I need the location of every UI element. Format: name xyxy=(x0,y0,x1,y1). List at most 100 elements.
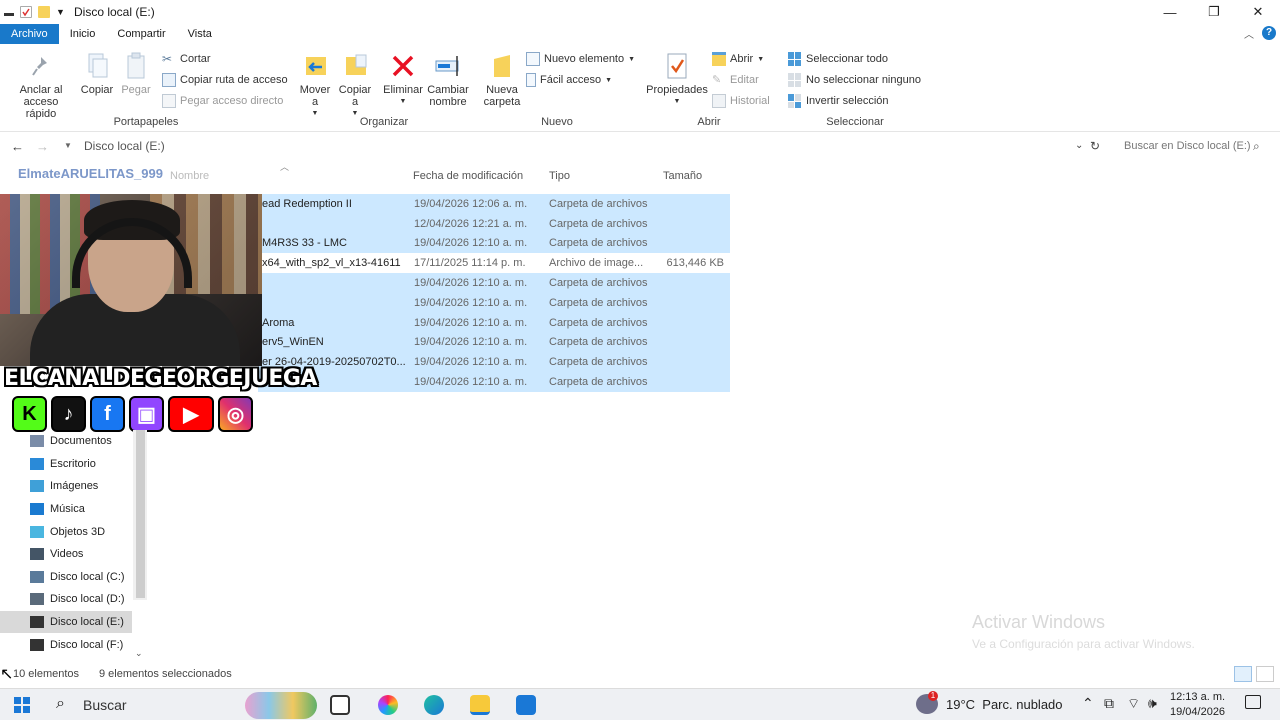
search-input[interactable]: Buscar en Disco local (E:) xyxy=(1124,140,1251,152)
nav-item-label: Imágenes xyxy=(50,480,99,493)
copy-to-button[interactable]: Copiar a ▼ xyxy=(338,52,372,120)
help-icon[interactable]: ? xyxy=(1262,26,1276,40)
move-to-button[interactable]: Mover a ▼ xyxy=(298,52,332,120)
file-row[interactable]: 19/04/2026 12:10 a. m. Carpeta de archivo… xyxy=(258,292,730,313)
paste-shortcut-button[interactable]: Pegar acceso directo xyxy=(162,92,283,110)
meet-now-icon[interactable]: ⧉ xyxy=(1104,695,1114,712)
nav-item-label: Disco local (E:) xyxy=(50,616,124,629)
explorer-icon[interactable] xyxy=(4,13,14,16)
column-header-date[interactable]: Fecha de modificación xyxy=(413,170,523,182)
file-name: x64_with_sp2_vl_x13-41611 xyxy=(262,257,401,270)
file-date: 19/04/2026 12:10 a. m. xyxy=(414,316,528,329)
select-none-button[interactable]: No seleccionar ninguno xyxy=(788,71,921,89)
nav-scrollbar-thumb[interactable] xyxy=(136,430,145,598)
rename-button[interactable]: Cambiar nombre xyxy=(426,52,470,108)
nav-item[interactable]: Disco local (F:) xyxy=(20,633,132,656)
easy-access-button[interactable]: Fácil acceso ▼ xyxy=(526,71,612,89)
tab-vista[interactable]: Vista xyxy=(177,24,223,44)
large-icons-view-button[interactable] xyxy=(1256,666,1274,682)
tab-inicio[interactable]: Inicio xyxy=(59,24,107,44)
facebook-icon: f xyxy=(90,396,125,432)
nav-item[interactable]: Objetos 3D xyxy=(20,520,132,543)
search-highlight-art[interactable] xyxy=(245,692,317,719)
nav-item[interactable]: Escritorio xyxy=(20,453,132,476)
cut-button[interactable]: ✂ Cortar xyxy=(162,50,211,68)
pictures-icon xyxy=(30,480,44,493)
taskbar: ⌕ Buscar 1 19°C Parc. nublado ⌃ ⧉ ⌔ 🕪 12… xyxy=(0,688,1280,720)
minimize-button[interactable]: — xyxy=(1148,0,1192,24)
refresh-button[interactable]: ↻ xyxy=(1090,139,1100,153)
close-button[interactable]: ✕ xyxy=(1236,0,1280,24)
file-row[interactable]: x64_with_sp2_vl_x13-41611 17/11/2025 11:1… xyxy=(258,253,730,273)
address-dropdown-icon[interactable]: ⌄ xyxy=(1075,140,1083,151)
collapse-ribbon-icon[interactable]: ︿ xyxy=(1244,26,1254,41)
file-row[interactable]: ead Redemption II 19/04/2026 12:06 a. m. C… xyxy=(258,194,730,214)
file-row[interactable]: Aroma 19/04/2026 12:10 a. m. Carpeta de ar… xyxy=(258,312,730,333)
forward-button[interactable]: → xyxy=(36,139,49,154)
properties-icon[interactable] xyxy=(20,6,32,18)
nav-item[interactable]: Disco local (C:) xyxy=(20,566,132,589)
copy-button[interactable]: Copiar xyxy=(80,52,114,96)
nav-item[interactable]: Imágenes xyxy=(20,475,132,498)
start-button[interactable] xyxy=(14,697,30,713)
nav-item[interactable]: Disco local (E:) xyxy=(0,610,132,634)
file-row[interactable]: erv5_WinEN 19/04/2026 12:10 a. m. Carpeta … xyxy=(258,332,730,353)
rename-icon xyxy=(435,52,461,80)
weather-badge: 1 xyxy=(928,691,938,701)
history-button[interactable]: Historial xyxy=(712,92,770,110)
file-row[interactable]: USB-1-10 19/04/2026 12:10 a. m. Carpeta de… xyxy=(258,372,730,392)
new-folder-button[interactable]: Nueva carpeta xyxy=(482,52,522,108)
volume-icon[interactable]: 🕪 xyxy=(1148,695,1157,712)
details-view-button[interactable] xyxy=(1234,666,1252,682)
paste-button[interactable]: Pegar xyxy=(120,52,152,96)
nav-item[interactable]: Disco local (D:) xyxy=(20,588,132,611)
task-view-icon[interactable] xyxy=(330,695,350,715)
file-row[interactable]: 19/04/2026 12:10 a. m. Carpeta de archivo… xyxy=(258,273,730,293)
tab-archivo[interactable]: Archivo xyxy=(0,24,59,44)
videos-icon xyxy=(30,548,44,561)
select-all-button[interactable]: Seleccionar todo xyxy=(788,50,888,68)
address-path[interactable]: Disco local (E:) xyxy=(84,139,165,153)
weather-widget[interactable]: 19°C Parc. nublado xyxy=(946,697,1063,712)
nav-item[interactable]: Música xyxy=(20,498,132,521)
column-header-name[interactable]: Nombre xyxy=(170,170,209,182)
nav-item[interactable]: Documentos xyxy=(20,430,132,453)
select-all-icon xyxy=(788,52,802,66)
back-button[interactable]: ← xyxy=(11,139,24,154)
file-date: 12/04/2026 12:21 a. m. xyxy=(414,217,528,230)
file-row[interactable]: M4R3S 33 - LMC 19/04/2026 12:10 a. m. Carp… xyxy=(258,233,730,254)
group-abrir: Propiedades ▼ Abrir ▼ ✎ Editar Historial… xyxy=(638,44,780,132)
file-explorer-icon[interactable] xyxy=(470,695,490,715)
recent-locations-chevron-icon[interactable]: ▼ xyxy=(64,141,72,150)
invert-selection-button[interactable]: Invertir selección xyxy=(788,92,889,110)
pin-quick-access-button[interactable]: Anclar al acceso rápido xyxy=(6,52,76,120)
wifi-icon[interactable]: ⌔ xyxy=(1127,695,1140,713)
copy-path-button[interactable]: Copiar ruta de acceso xyxy=(162,71,288,89)
column-header-type[interactable]: Tipo xyxy=(549,170,570,182)
tab-compartir[interactable]: Compartir xyxy=(106,24,176,44)
nav-item[interactable]: Videos xyxy=(20,543,132,566)
file-row[interactable]: er 26-04-2019-20250702T0... 19/04/2026 12… xyxy=(258,352,730,373)
mouse-cursor-icon: ↖ xyxy=(0,666,14,683)
new-folder-icon[interactable] xyxy=(38,6,50,18)
taskbar-search[interactable]: Buscar xyxy=(83,697,127,713)
customize-chevron-icon[interactable]: ▼ xyxy=(56,6,65,18)
outlook-icon[interactable] xyxy=(516,695,536,715)
new-item-button[interactable]: Nuevo elemento ▼ xyxy=(526,50,635,68)
edge-icon[interactable] xyxy=(424,695,444,715)
file-row[interactable]: 12/04/2026 12:21 a. m. Carpeta de archivo… xyxy=(258,213,730,234)
copilot-icon[interactable] xyxy=(378,695,398,715)
column-header-size[interactable]: Tamaño xyxy=(663,170,702,182)
nav-scroll-down-icon[interactable]: ⌄ xyxy=(135,648,143,659)
notifications-icon[interactable] xyxy=(1245,695,1261,709)
delete-button[interactable]: Eliminar ▼ xyxy=(382,52,424,108)
open-button[interactable]: Abrir ▼ xyxy=(712,50,764,68)
edit-button[interactable]: ✎ Editar xyxy=(712,71,759,89)
maximize-button[interactable]: ❐ xyxy=(1192,0,1236,24)
show-hidden-icons-icon[interactable]: ⌃ xyxy=(1082,695,1094,712)
clock[interactable]: 12:13 a. m. 19/04/2026 xyxy=(1170,690,1225,720)
properties-button[interactable]: Propiedades ▼ xyxy=(646,52,708,108)
nav-scrollbar[interactable] xyxy=(133,430,147,600)
taskbar-search-icon[interactable]: ⌕ xyxy=(56,695,65,713)
file-type: Carpeta de archivos xyxy=(549,316,648,329)
